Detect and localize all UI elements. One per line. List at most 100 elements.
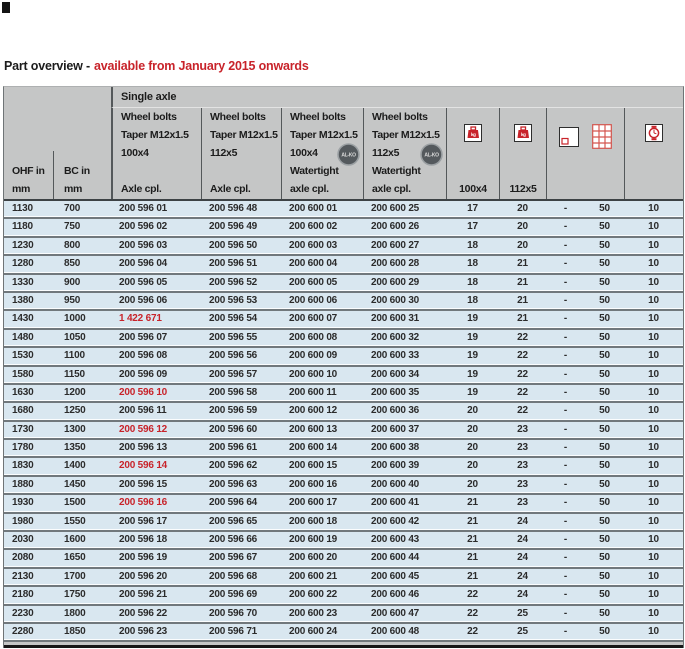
header-ohf-line1: OHF in <box>4 163 53 181</box>
cell-watertight-112x5: 200 600 25 <box>363 201 446 217</box>
cell-axle-100x4: 200 596 06 <box>111 293 201 309</box>
cell-weight-100x4: 20 <box>446 477 499 493</box>
cell-watertight-100x4: 200 600 09 <box>281 348 363 364</box>
cell-weight-112x5: 22 <box>499 385 546 401</box>
table-row: 14801050200 596 07200 596 55200 600 0820… <box>4 330 683 348</box>
header-text: Axle cpl. <box>202 181 281 199</box>
cell-axle-100x4: 200 596 03 <box>111 238 201 254</box>
table-row: 1180750200 596 02200 596 49200 600 02200… <box>4 219 683 237</box>
cell-box-col: - <box>546 458 585 474</box>
cell-ohf: 1580 <box>4 367 53 383</box>
cell-weight-100x4: 22 <box>446 587 499 603</box>
svg-text:AL-KO: AL-KO <box>341 153 356 159</box>
table-row: 19301500200 596 16200 596 64200 600 1720… <box>4 495 683 513</box>
cell-watertight-112x5: 200 600 26 <box>363 219 446 235</box>
cell-weight-112x5: 23 <box>499 440 546 456</box>
cell-bc: 1350 <box>53 440 111 456</box>
cell-axle-112x5: 200 596 70 <box>201 606 281 622</box>
cell-watertight-100x4: 200 600 22 <box>281 587 363 603</box>
cell-watertight-100x4: 200 600 08 <box>281 330 363 346</box>
header-text: Taper M12x1.5 <box>202 126 281 144</box>
cell-weight-100x4: 17 <box>446 219 499 235</box>
cell-watertight-112x5: 200 600 29 <box>363 275 446 291</box>
cell-bc: 1550 <box>53 514 111 530</box>
cell-ohf: 1530 <box>4 348 53 364</box>
header-text: 112x5 <box>202 144 281 162</box>
cell-axle-112x5: 200 596 50 <box>201 238 281 254</box>
cell-bc: 1650 <box>53 550 111 566</box>
cell-watertight-112x5: 200 600 37 <box>363 422 446 438</box>
cell-watertight-112x5: 200 600 31 <box>363 311 446 327</box>
table-row: 1380950200 596 06200 596 53200 600 06200… <box>4 293 683 311</box>
table-row: 22301800200 596 22200 596 70200 600 2320… <box>4 606 683 624</box>
cell-axle-112x5: 200 596 56 <box>201 348 281 364</box>
header-watertight-100x4: Wheel bolts Taper M12x1.5 100x4 Watertig… <box>281 108 363 199</box>
cell-axle-100x4: 200 596 22 <box>111 606 201 622</box>
svg-text:kg: kg <box>470 132 475 137</box>
alko-badge-icon: AL-KO <box>420 143 443 169</box>
cell-watertight-112x5: 200 600 28 <box>363 256 446 272</box>
svg-text:kg: kg <box>520 132 525 137</box>
cell-box-col: - <box>546 495 585 511</box>
cell-box-col: - <box>546 367 585 383</box>
cell-axle-100x4: 200 596 12 <box>111 422 201 438</box>
cell-grid-col: 50 <box>585 275 624 291</box>
cell-weight-100x4: 18 <box>446 238 499 254</box>
cell-weight-112x5: 21 <box>499 275 546 291</box>
table-row: 18301400200 596 14200 596 62200 600 1520… <box>4 458 683 476</box>
table-bottom-rule <box>4 645 683 648</box>
cell-watertight-112x5: 200 600 38 <box>363 440 446 456</box>
cell-axle-100x4: 200 596 10 <box>111 385 201 401</box>
cell-ohf: 1630 <box>4 385 53 401</box>
cell-watertight-100x4: 200 600 07 <box>281 311 363 327</box>
cell-axle-100x4: 200 596 11 <box>111 403 201 419</box>
cell-weight-100x4: 20 <box>446 440 499 456</box>
cell-bc: 900 <box>53 275 111 291</box>
page-title-prefix: Part overview - <box>4 59 90 73</box>
cell-weight-112x5: 21 <box>499 311 546 327</box>
cell-weight-112x5: 23 <box>499 477 546 493</box>
cell-ohf: 2030 <box>4 532 53 548</box>
header-text: Wheel bolts <box>282 108 363 126</box>
cell-axle-100x4: 200 596 08 <box>111 348 201 364</box>
table-row: 17801350200 596 13200 596 61200 600 1420… <box>4 440 683 458</box>
cell-axle-100x4: 200 596 09 <box>111 367 201 383</box>
header-text: Wheel bolts <box>113 108 201 126</box>
cell-watertight-112x5: 200 600 35 <box>363 385 446 401</box>
table-row: 20301600200 596 18200 596 66200 600 1920… <box>4 532 683 550</box>
cell-weight-100x4: 20 <box>446 422 499 438</box>
cell-grid-col: 50 <box>585 550 624 566</box>
package-box-icon <box>559 127 579 150</box>
cell-axle-100x4: 200 596 14 <box>111 458 201 474</box>
cell-clock-col: 10 <box>624 201 683 217</box>
cell-clock-col: 10 <box>624 532 683 548</box>
header-text: Taper M12x1.5 <box>282 126 363 144</box>
cell-box-col: - <box>546 348 585 364</box>
cell-grid-col: 50 <box>585 348 624 364</box>
cell-clock-col: 10 <box>624 569 683 585</box>
cell-axle-112x5: 200 596 71 <box>201 624 281 640</box>
cell-weight-112x5: 24 <box>499 569 546 585</box>
cell-ohf: 2130 <box>4 569 53 585</box>
cell-watertight-100x4: 200 600 24 <box>281 624 363 640</box>
cell-ohf: 2180 <box>4 587 53 603</box>
cell-box-col: - <box>546 238 585 254</box>
group-header-single-axle: Single axle <box>111 87 683 108</box>
cell-box-col: - <box>546 422 585 438</box>
cell-ohf: 1930 <box>4 495 53 511</box>
cell-watertight-100x4: 200 600 05 <box>281 275 363 291</box>
cell-grid-col: 50 <box>585 458 624 474</box>
table-row: 16801250200 596 11200 596 59200 600 1220… <box>4 403 683 421</box>
cell-ohf: 1230 <box>4 238 53 254</box>
cell-axle-100x4: 200 596 04 <box>111 256 201 272</box>
header-watertight-112x5: Wheel bolts Taper M12x1.5 112x5 Watertig… <box>363 108 446 199</box>
cell-box-col: - <box>546 293 585 309</box>
page-title: Part overview -available from January 20… <box>4 59 309 73</box>
cell-ohf: 2080 <box>4 550 53 566</box>
cell-weight-100x4: 19 <box>446 367 499 383</box>
cell-axle-100x4: 200 596 23 <box>111 624 201 640</box>
cell-watertight-112x5: 200 600 42 <box>363 514 446 530</box>
cell-ohf: 1830 <box>4 458 53 474</box>
cell-ohf: 1480 <box>4 330 53 346</box>
cell-weight-100x4: 18 <box>446 256 499 272</box>
